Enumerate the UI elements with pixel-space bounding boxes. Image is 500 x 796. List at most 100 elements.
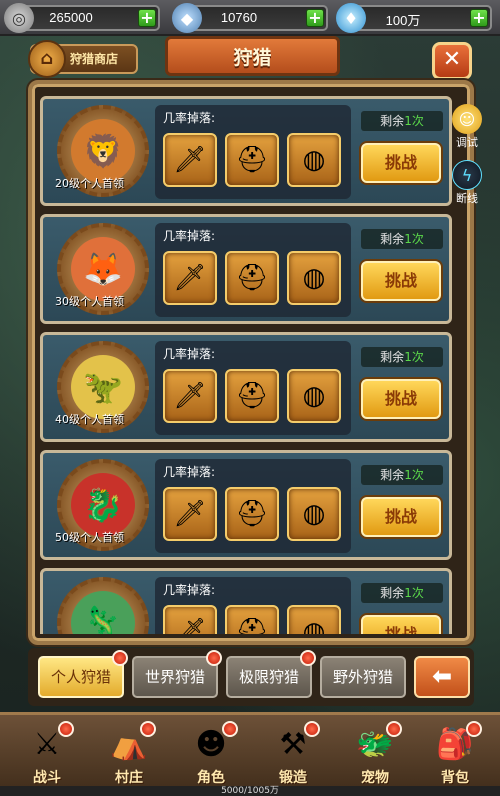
boss-fox-icon: 🦊: [71, 237, 135, 301]
helmet-icon: ⛑: [235, 263, 269, 293]
notification-dot: [300, 650, 316, 666]
remaining-label: 剩余: [380, 114, 405, 128]
drop-slot-spear[interactable]: 🗡: [163, 369, 217, 423]
tab-label: 个人狩猎: [50, 668, 111, 686]
add-diamond-button[interactable]: +: [470, 9, 488, 27]
nav-label: 村庄: [115, 770, 143, 786]
nav-backpack[interactable]: 🎒 背包: [420, 721, 490, 791]
helmet-icon: ⛑: [235, 617, 269, 634]
bracer-icon: ◍: [302, 145, 326, 175]
boss-portrait: 🦎: [57, 577, 149, 634]
nav-battle[interactable]: ⚔ 战斗: [12, 721, 82, 791]
tab-world-hunt[interactable]: 世界狩猎: [132, 650, 222, 698]
tab-label: 野外狩猎: [332, 668, 393, 686]
drop-slot-helmet[interactable]: ⛑: [225, 251, 279, 305]
drop-panel: 几率掉落: 🗡 ⛑ ◍: [155, 459, 351, 553]
remaining-count: 剩余1次: [361, 347, 443, 367]
helmet-icon: ⛑: [235, 381, 269, 411]
drop-slot-helmet[interactable]: ⛑: [225, 605, 279, 634]
hunt-list[interactable]: 🦁 20级个人首领 几率掉落: 🗡 ⛑ ◍ 剩余1次 挑战 🦊 30级个人首领 …: [40, 92, 452, 634]
challenge-button[interactable]: 挑战: [361, 379, 441, 419]
remaining-count: 剩余1次: [361, 229, 443, 249]
drop-label: 几率掉落:: [163, 583, 216, 597]
remaining-value: 1次: [404, 114, 424, 128]
drop-panel: 几率掉落: 🗡 ⛑ ◍: [155, 223, 351, 317]
remaining-label: 剩余: [380, 232, 405, 246]
drop-slot-bracer[interactable]: ◍: [287, 251, 341, 305]
challenge-button[interactable]: 挑战: [361, 261, 441, 301]
boss-dragon-icon: 🐉: [71, 473, 135, 537]
spear-icon: 🗡: [173, 263, 207, 293]
spear-icon: 🗡: [173, 381, 207, 411]
remaining-value: 1次: [404, 468, 424, 482]
drop-panel: 几率掉落: 🗡 ⛑ ◍: [155, 577, 351, 634]
drop-slot-bracer[interactable]: ◍: [287, 133, 341, 187]
hunt-row: 🐉 50级个人首领 几率掉落: 🗡 ⛑ ◍ 剩余1次 挑战: [40, 450, 452, 560]
notification-dot: [386, 721, 402, 737]
nav-forge[interactable]: ⚒ 锻造: [258, 721, 328, 791]
nav-label: 战斗: [33, 770, 61, 786]
tab-personal-hunt[interactable]: 个人狩猎: [38, 650, 128, 698]
add-coin-button[interactable]: +: [138, 9, 156, 27]
drop-slot-helmet[interactable]: ⛑: [225, 487, 279, 541]
smiley-icon: ☺: [452, 104, 482, 134]
crystal-counter: ◆ 10760 +: [172, 3, 328, 33]
notification-dot: [206, 650, 222, 666]
add-crystal-button[interactable]: +: [306, 9, 324, 27]
remaining-value: 1次: [404, 232, 424, 246]
drop-slot-helmet[interactable]: ⛑: [225, 133, 279, 187]
crystal-value: 10760: [220, 10, 258, 25]
hunt-row: 🦁 20级个人首领 几率掉落: 🗡 ⛑ ◍ 剩余1次 挑战: [40, 96, 452, 206]
tab-extreme-hunt[interactable]: 极限狩猎: [226, 650, 316, 698]
boss-level-label: 50级个人首领: [55, 531, 124, 544]
remaining-value: 1次: [404, 350, 424, 364]
drop-slot-bracer[interactable]: ◍: [287, 487, 341, 541]
drop-slot-spear[interactable]: 🗡: [163, 251, 217, 305]
boss-lion-icon: 🦁: [71, 119, 135, 183]
nav-pet[interactable]: 🐲 宠物: [340, 721, 410, 791]
challenge-button[interactable]: 挑战: [361, 143, 441, 183]
drop-label: 几率掉落:: [163, 465, 216, 479]
bracer-icon: ◍: [302, 381, 326, 411]
page-title: 狩猎: [165, 36, 340, 76]
drop-slot-spear[interactable]: 🗡: [163, 487, 217, 541]
nav-village[interactable]: ⛺ 村庄: [94, 721, 164, 791]
challenge-button[interactable]: 挑战: [361, 497, 441, 537]
drop-panel: 几率掉落: 🗡 ⛑ ◍: [155, 341, 351, 435]
drop-slot-helmet[interactable]: ⛑: [225, 369, 279, 423]
bracer-icon: ◍: [302, 263, 326, 293]
coin-value: 265000: [49, 10, 93, 25]
remaining-count: 剩余1次: [361, 583, 443, 603]
coin-counter: ◎ 265000 +: [4, 3, 160, 33]
boss-lizard-icon: 🦎: [71, 591, 135, 634]
close-button[interactable]: ✕: [432, 42, 472, 80]
remaining-label: 剩余: [380, 350, 405, 364]
spear-icon: 🗡: [173, 499, 207, 529]
nav-character[interactable]: ☻ 角色: [176, 721, 246, 791]
helmet-icon: ⛑: [235, 499, 269, 529]
remaining-label: 剩余: [380, 468, 405, 482]
challenge-button[interactable]: 挑战: [361, 615, 441, 634]
hunt-row: 🦊 30级个人首领 几率掉落: 🗡 ⛑ ◍ 剩余1次 挑战: [40, 214, 452, 324]
shop-icon: ⌂: [28, 40, 66, 78]
spear-icon: 🗡: [173, 145, 207, 175]
bottom-nav: ⚔ 战斗 ⛺ 村庄 ☻ 角色 ⚒ 锻造 🐲 宠物 🎒 背包: [0, 712, 500, 796]
drop-slot-bracer[interactable]: ◍: [287, 605, 341, 634]
drop-slot-spear[interactable]: 🗡: [163, 605, 217, 634]
drop-slot-bracer[interactable]: ◍: [287, 369, 341, 423]
hunt-row: 🦖 40级个人首领 几率掉落: 🗡 ⛑ ◍ 剩余1次 挑战: [40, 332, 452, 442]
disconnect-button[interactable]: ϟ 断线: [448, 160, 486, 205]
hunt-shop-button[interactable]: ⌂ 狩猎商店: [28, 40, 138, 78]
notification-dot: [140, 721, 156, 737]
drop-slot-spear[interactable]: 🗡: [163, 133, 217, 187]
notification-dot: [466, 721, 482, 737]
bracer-icon: ◍: [302, 499, 326, 529]
notification-dot: [58, 721, 74, 737]
drop-label: 几率掉落:: [163, 111, 216, 125]
tab-wild-hunt[interactable]: 野外狩猎: [320, 656, 406, 698]
back-button[interactable]: ⬅: [414, 656, 470, 698]
spear-icon: 🗡: [173, 617, 207, 634]
tab-label: 世界狩猎: [144, 668, 205, 686]
debug-button[interactable]: ☺ 调试: [448, 104, 486, 149]
back-arrow-icon: ⬅: [431, 662, 453, 690]
